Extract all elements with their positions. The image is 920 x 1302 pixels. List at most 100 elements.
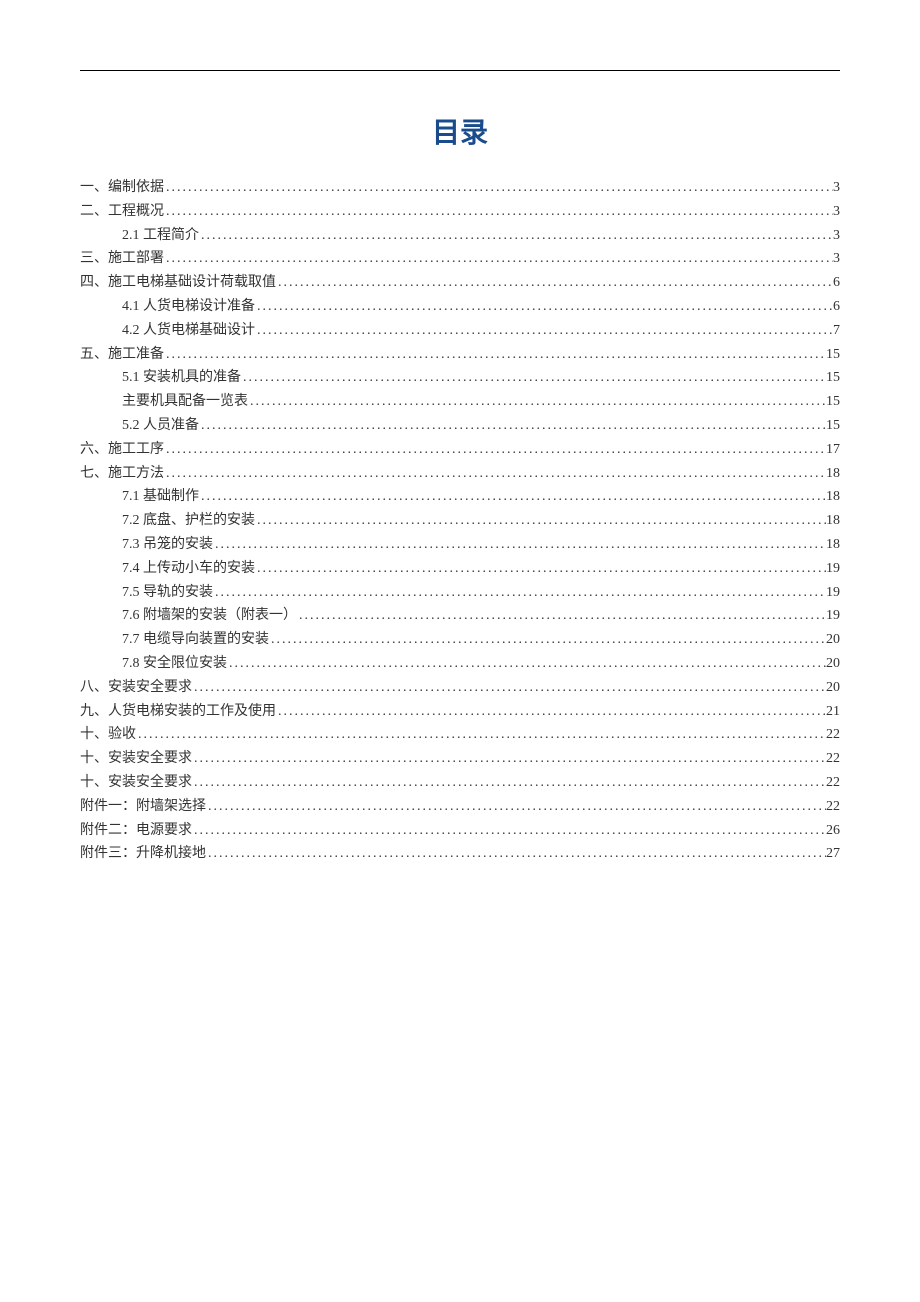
toc-entry-label: 7.8 安全限位安装 — [122, 652, 227, 676]
toc-entry-page: 3 — [833, 176, 840, 200]
toc-entry-label: 主要机具配备一览表 — [122, 390, 248, 414]
toc-entry-label: 附件二：电源要求 — [80, 819, 192, 843]
toc-entry: 5.1 安装机具的准备15 — [80, 366, 840, 390]
toc-entry: 7.2 底盘、护栏的安装 18 — [80, 509, 840, 533]
toc-entry-page: 22 — [826, 723, 840, 747]
toc-entry: 七、施工方法 18 — [80, 462, 840, 486]
toc-entry-page: 18 — [826, 509, 840, 533]
toc-entry-label: 九、人货电梯安装的工作及使用 — [80, 700, 276, 724]
toc-entry-label: 7.1 基础制作 — [122, 485, 199, 509]
toc-entry-page: 19 — [826, 581, 840, 605]
toc-entry: 五、施工准备 15 — [80, 343, 840, 367]
toc-entry-page: 21 — [826, 700, 840, 724]
toc-leader-dots — [199, 485, 826, 509]
toc-leader-dots — [136, 723, 826, 747]
toc-leader-dots — [297, 604, 826, 628]
toc-entry-page: 3 — [833, 200, 840, 224]
toc-entry-label: 十、安装安全要求 — [80, 747, 192, 771]
toc-leader-dots — [241, 366, 826, 390]
toc-leader-dots — [255, 509, 826, 533]
header-rule — [80, 70, 840, 71]
toc-entry-label: 十、安装安全要求 — [80, 771, 192, 795]
toc-entry-label: 5.2 人员准备 — [122, 414, 199, 438]
toc-entry: 十、安装安全要求 22 — [80, 747, 840, 771]
toc-entry-label: 附件一：附墙架选择 — [80, 795, 206, 819]
toc-leader-dots — [164, 438, 826, 462]
toc-entry: 4.1 人货电梯设计准备6 — [80, 295, 840, 319]
toc-entry-label: 4.1 人货电梯设计准备 — [122, 295, 255, 319]
document-page: 目录 一、编制依据3二、工程概况32.1 工程简介3三、施工部署3四、施工电梯基… — [0, 0, 920, 866]
toc-entry: 7.6 附墙架的安装（附表一）19 — [80, 604, 840, 628]
toc-leader-dots — [255, 319, 833, 343]
toc-entry-page: 15 — [826, 414, 840, 438]
toc-entry: 4.2 人货电梯基础设计 7 — [80, 319, 840, 343]
toc-entry-label: 2.1 工程简介 — [122, 224, 199, 248]
toc-leader-dots — [213, 533, 826, 557]
toc-entry-page: 27 — [826, 842, 840, 866]
toc-entry-page: 15 — [826, 343, 840, 367]
toc-entry-label: 八、安装安全要求 — [80, 676, 192, 700]
toc-leader-dots — [206, 842, 826, 866]
toc-entry: 附件一：附墙架选择 22 — [80, 795, 840, 819]
toc-entry-page: 20 — [826, 628, 840, 652]
toc-entry-label: 7.7 电缆导向装置的安装 — [122, 628, 269, 652]
toc-entry-label: 7.3 吊笼的安装 — [122, 533, 213, 557]
toc-entry: 主要机具配备一览表 15 — [80, 390, 840, 414]
toc-entry-label: 三、施工部署 — [80, 247, 164, 271]
toc-entry-page: 3 — [833, 224, 840, 248]
toc-entry: 一、编制依据 3 — [80, 176, 840, 200]
toc-entry-label: 一、编制依据 — [80, 176, 164, 200]
toc-entry-label: 五、施工准备 — [80, 343, 164, 367]
toc-entry: 八、安装安全要求 20 — [80, 676, 840, 700]
toc-leader-dots — [213, 581, 826, 605]
toc-entry-label: 七、施工方法 — [80, 462, 164, 486]
toc-entry: 7.3 吊笼的安装 18 — [80, 533, 840, 557]
toc-entry-label: 7.5 导轨的安装 — [122, 581, 213, 605]
toc-leader-dots — [269, 628, 826, 652]
toc-entry: 2.1 工程简介 3 — [80, 224, 840, 248]
toc-leader-dots — [164, 200, 833, 224]
toc-entry: 附件二：电源要求 26 — [80, 819, 840, 843]
toc-title: 目录 — [80, 111, 840, 151]
toc-entry-page: 6 — [833, 271, 840, 295]
toc-entry-page: 7 — [833, 319, 840, 343]
toc-entry: 四、施工电梯基础设计荷载取值6 — [80, 271, 840, 295]
toc-leader-dots — [199, 414, 826, 438]
toc-entry: 7.5 导轨的安装 19 — [80, 581, 840, 605]
toc-entry-page: 15 — [826, 390, 840, 414]
toc-entry: 三、施工部署3 — [80, 247, 840, 271]
toc-leader-dots — [276, 271, 833, 295]
toc-leader-dots — [227, 652, 826, 676]
toc-entry-label: 4.2 人货电梯基础设计 — [122, 319, 255, 343]
toc-entry-page: 26 — [826, 819, 840, 843]
toc-leader-dots — [192, 747, 826, 771]
toc-entry-page: 18 — [826, 462, 840, 486]
toc-entry-page: 19 — [826, 557, 840, 581]
toc-entry-page: 20 — [826, 676, 840, 700]
toc-entry: 7.4 上传动小车的安装19 — [80, 557, 840, 581]
toc-entry-label: 5.1 安装机具的准备 — [122, 366, 241, 390]
toc-entry-page: 22 — [826, 795, 840, 819]
toc-entry: 十、验收 22 — [80, 723, 840, 747]
toc-entry: 7.8 安全限位安装 20 — [80, 652, 840, 676]
toc-entry: 六、施工工序17 — [80, 438, 840, 462]
toc-entry-page: 20 — [826, 652, 840, 676]
toc-entry: 7.1 基础制作18 — [80, 485, 840, 509]
toc-leader-dots — [248, 390, 826, 414]
toc-leader-dots — [255, 295, 833, 319]
toc-entry: 附件三：升降机接地27 — [80, 842, 840, 866]
toc-leader-dots — [164, 247, 833, 271]
toc-leader-dots — [255, 557, 826, 581]
toc-entry-page: 17 — [826, 438, 840, 462]
toc-entry-page: 22 — [826, 771, 840, 795]
toc-leader-dots — [164, 462, 826, 486]
toc-entry-label: 7.2 底盘、护栏的安装 — [122, 509, 255, 533]
toc-entry: 7.7 电缆导向装置的安装 20 — [80, 628, 840, 652]
toc-leader-dots — [206, 795, 826, 819]
toc-entry-page: 18 — [826, 533, 840, 557]
toc-entry-page: 22 — [826, 747, 840, 771]
toc-list: 一、编制依据3二、工程概况32.1 工程简介3三、施工部署3四、施工电梯基础设计… — [80, 176, 840, 866]
toc-leader-dots — [276, 700, 826, 724]
toc-leader-dots — [199, 224, 833, 248]
toc-entry-label: 十、验收 — [80, 723, 136, 747]
